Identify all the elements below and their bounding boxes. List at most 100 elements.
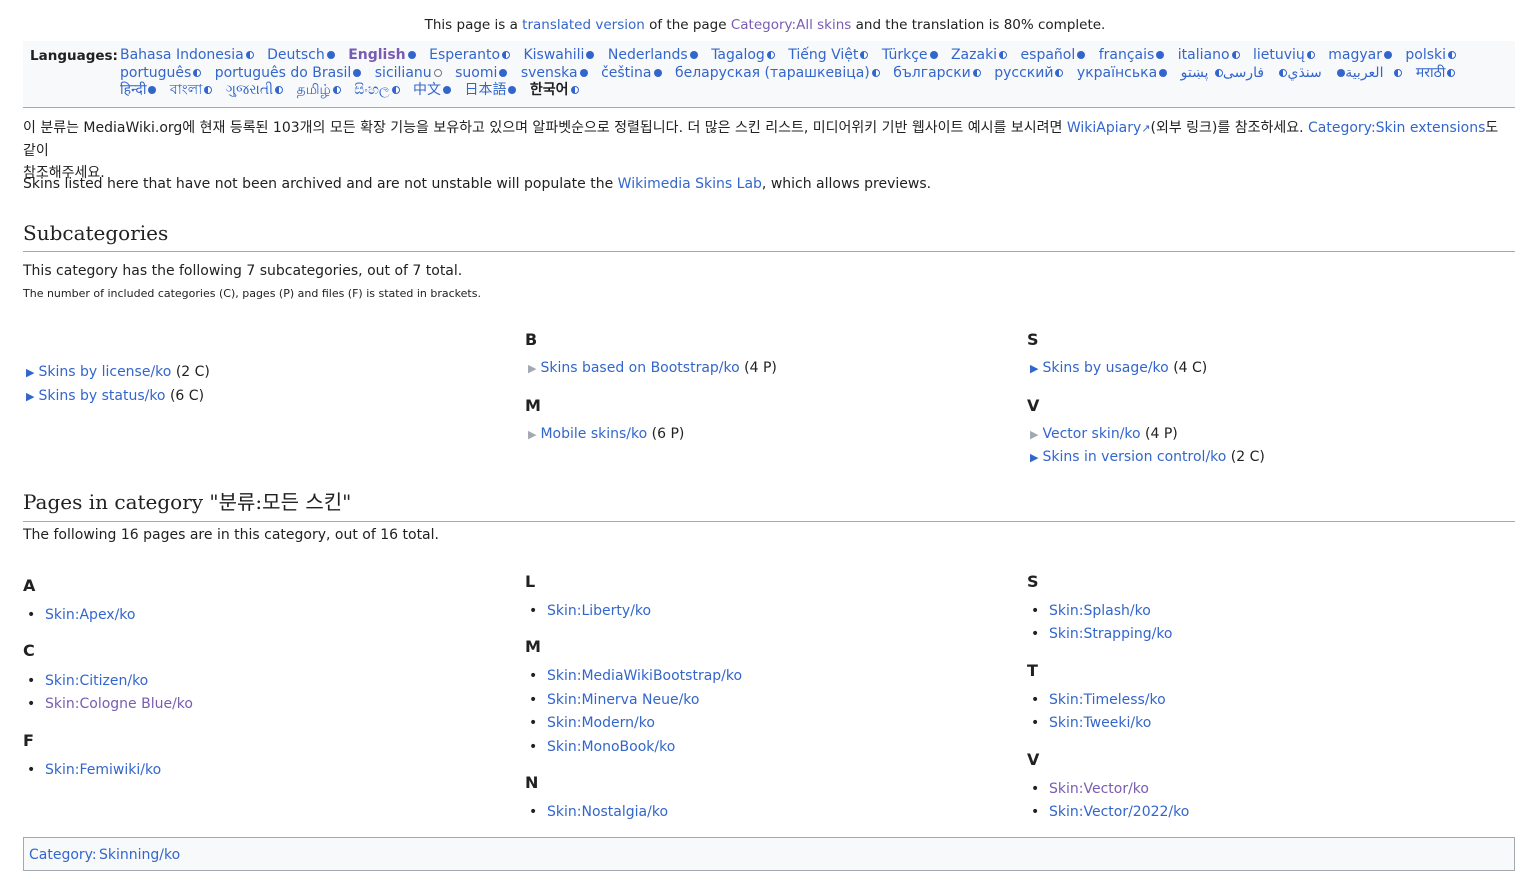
- language-item[interactable]: فارسی: [1213, 65, 1264, 81]
- expand-triangle-icon[interactable]: ▶: [1030, 451, 1038, 464]
- expand-triangle-icon[interactable]: ▶: [1030, 362, 1038, 375]
- language-item[interactable]: български: [893, 65, 981, 81]
- language-item[interactable]: español: [1021, 47, 1086, 63]
- subcat-item[interactable]: ▶ Skins based on Bootstrap/ko (4 P): [528, 360, 777, 376]
- language-link[interactable]: čeština: [601, 65, 651, 81]
- page-list-item[interactable]: Skin:Vector/ko: [1031, 781, 1149, 797]
- language-item[interactable]: Nederlands: [608, 47, 698, 63]
- language-link[interactable]: suomi: [455, 65, 497, 81]
- language-item[interactable]: বাংলা: [170, 82, 213, 98]
- page-list-item[interactable]: Skin:Apex/ko: [27, 607, 136, 623]
- language-link[interactable]: தமிழ்: [297, 82, 331, 98]
- source-page-link[interactable]: Category:All skins: [731, 17, 851, 33]
- language-link[interactable]: বাংলা: [170, 82, 202, 98]
- language-link[interactable]: English: [348, 47, 405, 63]
- page-list-item[interactable]: Skin:Tweeki/ko: [1031, 715, 1151, 731]
- language-link[interactable]: ગુજરાતી: [226, 82, 273, 98]
- subcat-item[interactable]: ▶ Vector skin/ko (4 P): [1030, 426, 1178, 442]
- page-list-item[interactable]: Skin:MonoBook/ko: [529, 739, 675, 755]
- language-item[interactable]: português: [120, 65, 202, 81]
- language-item[interactable]: Deutsch: [267, 47, 335, 63]
- language-link[interactable]: Türkçe: [882, 47, 928, 63]
- skin-extensions-link[interactable]: Category:Skin extensions: [1308, 120, 1485, 136]
- language-link[interactable]: svenska: [521, 65, 578, 81]
- language-link[interactable]: Esperanto: [429, 47, 500, 63]
- language-link[interactable]: Tagalog: [711, 47, 765, 63]
- language-link[interactable]: lietuvių: [1253, 47, 1305, 63]
- language-item[interactable]: Tiếng Việt: [788, 47, 869, 63]
- language-link[interactable]: فارسی: [1223, 65, 1264, 81]
- subcat-item[interactable]: ▶ Skins in version control/ko (2 C): [1030, 449, 1265, 465]
- language-link[interactable]: українська: [1077, 65, 1157, 81]
- page-list-item[interactable]: Skin:MediaWikiBootstrap/ko: [529, 668, 742, 684]
- language-item[interactable]: українська: [1077, 65, 1168, 81]
- language-item[interactable]: Tagalog: [711, 47, 775, 63]
- language-item[interactable]: English: [348, 47, 416, 63]
- language-item[interactable]: Zazaki: [951, 47, 1008, 63]
- language-item[interactable]: polski: [1405, 47, 1457, 63]
- page-list-item[interactable]: Skin:Vector/2022/ko: [1031, 804, 1189, 820]
- language-item[interactable]: Bahasa Indonesia: [120, 47, 254, 63]
- language-link[interactable]: беларуская (тарашкевіца): [675, 65, 870, 81]
- language-link[interactable]: português do Brasil: [215, 65, 352, 81]
- page-list-item[interactable]: Skin:Cologne Blue/ko: [27, 696, 193, 712]
- language-link[interactable]: русский: [994, 65, 1053, 81]
- translated-version-link[interactable]: translated version: [522, 17, 645, 33]
- language-item[interactable]: svenska: [521, 65, 588, 81]
- category-skinning-link[interactable]: Skinning/ko: [99, 847, 180, 863]
- skins-lab-link[interactable]: Wikimedia Skins Lab: [618, 176, 762, 192]
- language-link[interactable]: हिन्दी: [120, 82, 146, 98]
- language-item[interactable]: தமிழ்: [297, 82, 341, 98]
- language-link[interactable]: Zazaki: [951, 47, 997, 63]
- page-list-item[interactable]: Skin:Liberty/ko: [529, 603, 651, 619]
- language-link[interactable]: العربية: [1345, 65, 1383, 81]
- expand-triangle-icon[interactable]: ▶: [26, 390, 34, 403]
- language-item[interactable]: français: [1099, 47, 1165, 63]
- language-link[interactable]: 日本語: [464, 82, 506, 98]
- page-list-item[interactable]: Skin:Femiwiki/ko: [27, 762, 161, 778]
- subcat-item[interactable]: ▶ Skins by license/ko (2 C): [26, 364, 210, 380]
- language-item[interactable]: العربية: [1335, 65, 1383, 81]
- language-link[interactable]: português: [120, 65, 191, 81]
- language-item[interactable]: čeština: [601, 65, 662, 81]
- language-item[interactable]: 中文: [413, 82, 452, 98]
- language-link[interactable]: Tiếng Việt: [788, 47, 858, 63]
- language-link[interactable]: मराठी: [1416, 65, 1445, 81]
- language-item[interactable]: lietuvių: [1253, 47, 1315, 63]
- language-item[interactable]: Türkçe: [882, 47, 938, 63]
- language-link[interactable]: magyar: [1328, 47, 1382, 63]
- language-item[interactable]: italiano: [1178, 47, 1240, 63]
- language-link[interactable]: Bahasa Indonesia: [120, 47, 244, 63]
- language-item[interactable]: සිංහල: [354, 82, 400, 98]
- language-link[interactable]: සිංහල: [354, 82, 389, 98]
- language-link[interactable]: polski: [1405, 47, 1446, 63]
- page-list-item[interactable]: Skin:Splash/ko: [1031, 603, 1151, 619]
- language-link[interactable]: Nederlands: [608, 47, 688, 63]
- language-item[interactable]: 日本語: [464, 82, 517, 98]
- page-list-item[interactable]: Skin:Minerva Neue/ko: [529, 692, 700, 708]
- expand-triangle-icon[interactable]: ▶: [26, 366, 34, 379]
- page-list-item[interactable]: Skin:Modern/ko: [529, 715, 655, 731]
- language-link[interactable]: български: [893, 65, 971, 81]
- subcat-item[interactable]: ▶ Skins by usage/ko (4 C): [1030, 360, 1207, 376]
- language-item[interactable]: Esperanto: [429, 47, 511, 63]
- page-list-item[interactable]: Skin:Nostalgia/ko: [529, 804, 668, 820]
- language-item[interactable]: magyar: [1328, 47, 1392, 63]
- language-link[interactable]: Kiswahili: [523, 47, 584, 63]
- subcat-item[interactable]: ▶ Skins by status/ko (6 C): [26, 388, 204, 404]
- language-item[interactable]: हिन्दी: [120, 82, 157, 98]
- language-item[interactable]: ગુજરાતી: [226, 82, 284, 98]
- language-item[interactable]: 한국어: [530, 82, 579, 98]
- wikiapiary-link[interactable]: WikiApiary: [1067, 120, 1141, 136]
- language-link[interactable]: sicilianu: [375, 65, 432, 81]
- language-item[interactable]: русский: [994, 65, 1064, 81]
- page-list-item[interactable]: Skin:Citizen/ko: [27, 673, 148, 689]
- language-item[interactable]: suomi: [455, 65, 508, 81]
- language-item[interactable]: मराठी: [1416, 65, 1456, 81]
- language-item[interactable]: беларуская (тарашкевіца): [675, 65, 880, 81]
- language-item[interactable]: سنڌي: [1277, 65, 1322, 81]
- language-item[interactable]: Kiswahili: [523, 47, 595, 63]
- language-link[interactable]: Deutsch: [267, 47, 325, 63]
- language-link[interactable]: français: [1099, 47, 1155, 63]
- language-link[interactable]: 中文: [413, 82, 441, 98]
